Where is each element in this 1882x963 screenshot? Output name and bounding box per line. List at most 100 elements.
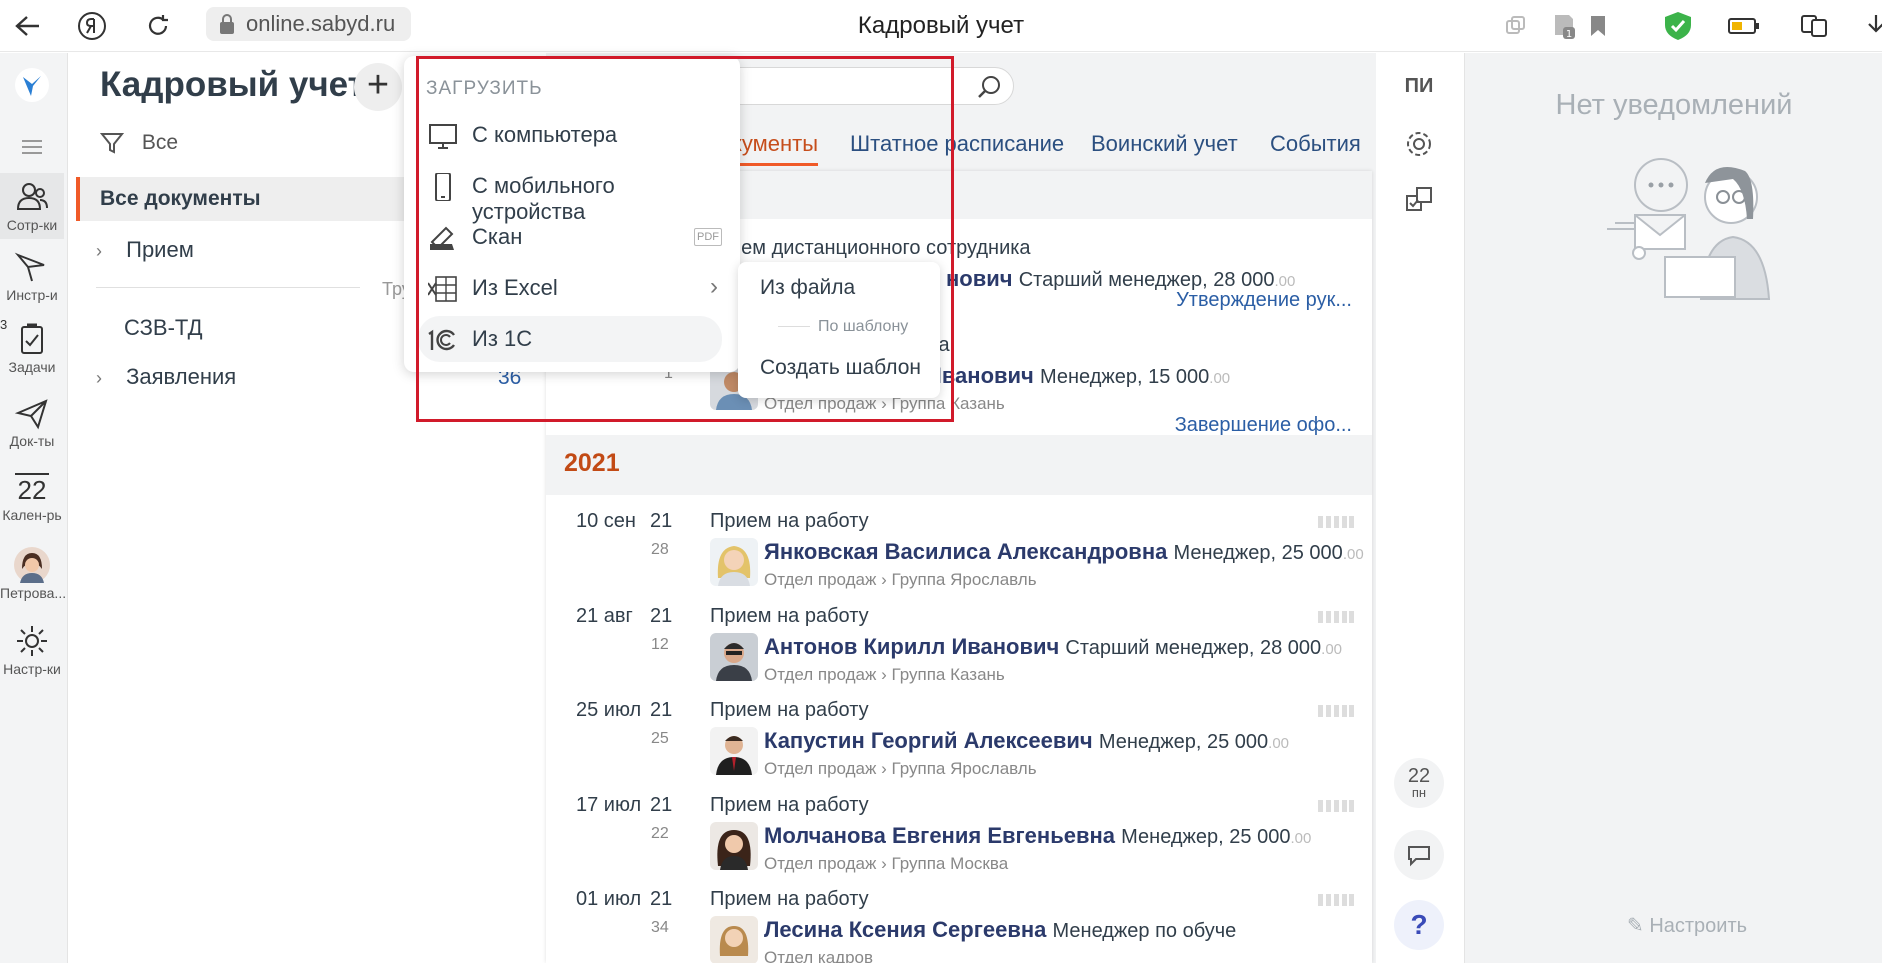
tab-military[interactable]: Воинский учет	[1091, 131, 1238, 157]
employee-name[interactable]: Лесина Ксения Сергеевна Менеджер по обуч…	[764, 917, 1236, 943]
avatar	[710, 916, 758, 963]
list-item[interactable]: 01 июл 21 34 Прием на работу Лесина Ксен…	[546, 888, 1372, 963]
employee-name[interactable]: Капустин Георгий Алексеевич Менеджер, 25…	[764, 728, 1289, 754]
avatar	[710, 633, 758, 681]
year-band	[546, 435, 1372, 495]
progress-dots-icon	[1318, 516, 1354, 528]
nav-item-settings[interactable]: Настр-ки	[0, 623, 64, 677]
department: Отдел кадров	[764, 948, 874, 963]
tabs-icon[interactable]	[1498, 8, 1534, 44]
protect-badge-icon[interactable]: 1	[1546, 8, 1582, 44]
status-link[interactable]: Завершение офо...	[1175, 414, 1352, 437]
from-file-item[interactable]: Из файла	[760, 276, 855, 300]
bookmark-icon[interactable]	[1580, 8, 1616, 44]
doc-year: 21	[650, 794, 673, 816]
search-icon[interactable]	[977, 74, 1003, 100]
select-checklist-icon[interactable]	[1394, 175, 1444, 225]
list-item[interactable]: 21 авг 21 12 Прием на работу Антонов Кир…	[546, 605, 1372, 700]
pdf-icon: PDF	[694, 228, 722, 246]
sidebar-item-label: Все документы	[100, 187, 261, 210]
excel-sheet-icon	[428, 276, 457, 302]
filter-label: Все	[141, 131, 179, 154]
upload-from-computer[interactable]: С компьютера	[418, 112, 722, 158]
settings-gear-icon[interactable]	[1394, 119, 1444, 169]
sidebar-item-all-documents[interactable]: Все документы	[100, 187, 261, 211]
nav-item-employees[interactable]: Сотр-ки	[0, 173, 64, 239]
sidebar-item-label: Заявления	[126, 364, 237, 389]
department: Отдел продаж › Группа Казань	[764, 665, 1005, 684]
menu-item-label: С компьютера	[472, 122, 618, 147]
sidebar-item-szv-td[interactable]: СЗВ-ТД	[124, 315, 203, 341]
translate-icon[interactable]	[1796, 8, 1832, 44]
avatar	[710, 727, 758, 775]
download-icon[interactable]	[1858, 8, 1882, 44]
1c-logo-icon	[428, 329, 455, 351]
status-link[interactable]: Утверждение рук...	[1176, 289, 1352, 312]
hamburger-menu-icon[interactable]	[0, 129, 64, 167]
upload-from-mobile[interactable]: С мобильного устройства	[418, 163, 722, 224]
battery-icon	[1726, 8, 1762, 44]
year-heading: 2021	[564, 449, 620, 477]
cents: .00	[1290, 830, 1312, 847]
cents: .00	[1321, 641, 1343, 658]
yandex-logo-icon[interactable]	[74, 8, 110, 44]
funnel-icon	[99, 133, 125, 155]
divider	[96, 287, 360, 288]
add-button[interactable]: +	[354, 63, 402, 111]
doc-number: 22	[651, 825, 669, 842]
tab-documents[interactable]: кументы	[732, 131, 819, 166]
progress-dots-icon	[1318, 705, 1354, 717]
upload-scan[interactable]: Скан PDF	[418, 214, 722, 260]
list-item[interactable]: 17 июл 21 22 Прием на работу Молчанова Е…	[546, 794, 1372, 889]
user-initials[interactable]: ПИ	[1394, 61, 1444, 111]
nav-item-documents[interactable]: Док-ты	[0, 395, 64, 449]
nav-item-profile[interactable]: Петрова...	[0, 547, 67, 601]
employee-name[interactable]: Янковская Василиса Александровна Менедже…	[764, 539, 1364, 565]
sidebar-item-hiring[interactable]: › Прием	[96, 237, 194, 263]
progress-dots-icon	[1318, 611, 1354, 623]
doc-type: Прием на работу	[710, 510, 869, 532]
right-toolbar: ПИ 22 пн ?	[1376, 53, 1462, 963]
clipboard-check-icon	[21, 323, 43, 354]
shield-check-icon[interactable]	[1660, 8, 1696, 44]
doc-date: 21 авг	[576, 605, 633, 627]
upload-from-excel[interactable]: Из Excel ›	[418, 265, 722, 311]
doc-type: ием дистанционного сотрудника	[730, 237, 1031, 259]
reload-icon[interactable]	[140, 8, 176, 44]
nav-item-tools[interactable]: Инстр-и	[0, 249, 64, 303]
pencil-icon: ✎	[1627, 915, 1644, 937]
progress-dots-icon	[1318, 800, 1354, 812]
configure-button[interactable]: ✎ Настроить	[1627, 913, 1747, 938]
app-title: Кадровый учет	[100, 65, 365, 104]
employee-name[interactable]: Иванович Менеджер, 15 000.00	[926, 363, 1230, 389]
list-item[interactable]: 25 июл 21 25 Прием на работу Капустин Ге…	[546, 699, 1372, 794]
nav-label: Сотр-ки	[6, 217, 58, 233]
employee-name[interactable]: Антонов Кирилл Иванович Старший менеджер…	[764, 634, 1342, 660]
people-icon	[16, 183, 48, 210]
employee-name[interactable]: Молчанова Евгения Евгеньевна Менеджер, 2…	[764, 823, 1311, 849]
calendar-widget[interactable]: 22 пн	[1394, 758, 1444, 808]
address-bar[interactable]: online.sabyd.ru	[206, 7, 412, 41]
calendar-weekday: пн	[1411, 785, 1427, 800]
back-arrow-icon[interactable]	[10, 8, 46, 44]
list-item[interactable]: 10 сен 21 28 Прием на работу Янковская В…	[546, 510, 1372, 605]
chat-bubble-icon[interactable]	[1394, 830, 1444, 880]
tab-events[interactable]: События	[1270, 131, 1361, 157]
filter-button[interactable]: Все	[99, 131, 179, 155]
empty-notifications-illustration	[1607, 158, 1771, 300]
saby-logo-icon[interactable]	[0, 67, 64, 105]
create-template-item[interactable]: Создать шаблон	[760, 356, 921, 380]
help-button[interactable]: ?	[1394, 900, 1444, 950]
sidebar-item-label: СЗВ-ТД	[124, 315, 203, 340]
department: Отдел продаж › Группа Москва	[764, 854, 1009, 873]
nav-label: Кален-рь	[2, 507, 62, 523]
doc-date: 10 сен	[576, 510, 636, 532]
doc-type: Прием на работу	[710, 699, 869, 721]
tab-staff-schedule[interactable]: Штатное расписание	[850, 131, 1064, 157]
nav-item-calendar[interactable]: 22 Кален-рь	[0, 473, 64, 523]
upload-from-1c[interactable]: Из 1С	[418, 316, 722, 362]
sidebar-item-applications[interactable]: › Заявления	[96, 364, 236, 390]
nav-item-tasks[interactable]: 3 Задачи	[0, 317, 64, 375]
nav-label: Петрова...	[0, 585, 67, 601]
doc-year: 21	[650, 510, 673, 532]
